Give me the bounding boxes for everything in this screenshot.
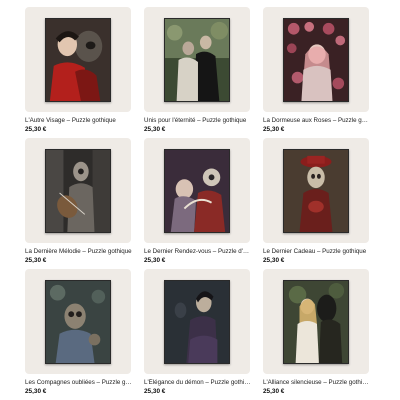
product-image-frame[interactable] [144,7,250,112]
product-card[interactable]: Unis pour l'éternité – Puzzle gothique 2… [144,7,252,133]
puzzle-artwork[interactable] [45,149,111,233]
puzzle-artwork[interactable] [164,280,230,364]
product-card[interactable]: Le Dernier Cadeau – Puzzle gothique 25,3… [263,138,371,264]
product-title[interactable]: L'Alliance silencieuse – Puzzle gothique [263,379,371,387]
product-image-frame[interactable] [25,269,131,374]
puzzle-artwork[interactable] [45,18,111,102]
puzzle-artwork[interactable] [283,18,349,102]
puzzle-artwork[interactable] [283,149,349,233]
product-image-frame[interactable] [263,138,369,243]
product-grid: L'Autre Visage – Puzzle gothique 25,30 €… [0,0,400,400]
product-price: 25,30 € [263,256,285,264]
product-card[interactable]: La Dernière Mélodie – Puzzle gothique 25… [25,138,133,264]
puzzle-artwork[interactable] [164,149,230,233]
product-image-frame[interactable] [144,138,250,243]
product-price: 25,30 € [144,387,166,395]
product-image-frame[interactable] [25,138,131,243]
product-image-frame[interactable] [263,269,369,374]
product-title[interactable]: La Dernière Mélodie – Puzzle gothique [25,248,133,256]
product-title[interactable]: La Dormeuse aux Roses – Puzzle gothique [263,117,371,125]
product-title[interactable]: L'Élégance du démon – Puzzle gothique [144,379,252,387]
product-card[interactable]: L'Autre Visage – Puzzle gothique 25,30 € [25,7,133,133]
product-title[interactable]: Le Dernier Cadeau – Puzzle gothique [263,248,371,256]
product-image-frame[interactable] [263,7,369,112]
product-price: 25,30 € [263,125,285,133]
product-image-frame[interactable] [25,7,131,112]
product-title[interactable]: Unis pour l'éternité – Puzzle gothique [144,117,252,125]
product-image-frame[interactable] [144,269,250,374]
product-card[interactable]: La Dormeuse aux Roses – Puzzle gothique … [263,7,371,133]
product-price: 25,30 € [263,387,285,395]
puzzle-artwork[interactable] [164,18,230,102]
product-title[interactable]: Les Compagnes oubliées – Puzzle gothique [25,379,133,387]
product-card[interactable]: Le Dernier Rendez-vous – Puzzle d'horreu… [144,138,252,264]
product-price: 25,30 € [25,256,47,264]
product-card[interactable]: L'Alliance silencieuse – Puzzle gothique… [263,269,371,395]
puzzle-artwork[interactable] [45,280,111,364]
product-price: 25,30 € [144,256,166,264]
product-card[interactable]: L'Élégance du démon – Puzzle gothique 25… [144,269,252,395]
product-title[interactable]: Le Dernier Rendez-vous – Puzzle d'horreu… [144,248,252,256]
product-price: 25,30 € [144,125,166,133]
product-price: 25,30 € [25,387,47,395]
product-card[interactable]: Les Compagnes oubliées – Puzzle gothique… [25,269,133,395]
product-title[interactable]: L'Autre Visage – Puzzle gothique [25,117,133,125]
product-price: 25,30 € [25,125,47,133]
puzzle-artwork[interactable] [283,280,349,364]
